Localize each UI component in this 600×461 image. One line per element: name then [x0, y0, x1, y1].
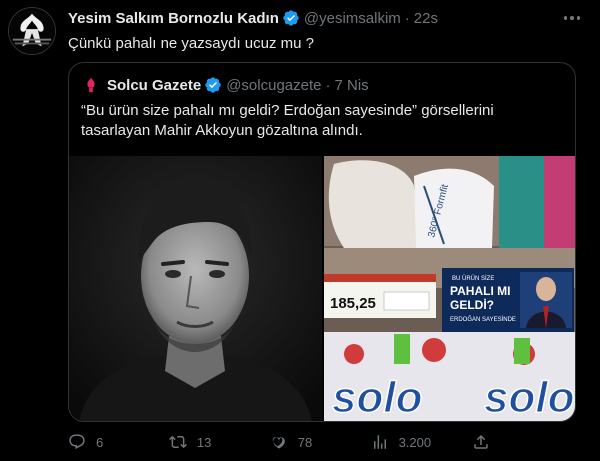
author-handle[interactable]: @yesimsalkim	[304, 10, 401, 27]
tweet-header: Yesim Salkım Bornozlu Kadın @yesimsalkim…	[68, 8, 438, 28]
retweet-button[interactable]: 13	[168, 433, 229, 451]
quote-timestamp[interactable]: 7 Nis	[334, 77, 368, 94]
quote-media[interactable]: 360° Formfit 185,25 BU ÜRÜN SİZE PAHALI …	[69, 156, 575, 422]
sign-main-2: GELDİ?	[450, 297, 494, 312]
price-label: 185,25	[330, 295, 376, 312]
sign-main-1: PAHALI MI	[450, 284, 510, 298]
quote-header: Solcu Gazete @solcugazete · 7 Nis	[81, 75, 369, 95]
tweet-actions: 6 13 78 3.200	[68, 430, 500, 454]
share-button[interactable]	[472, 433, 500, 451]
like-count: 78	[297, 434, 313, 450]
like-icon	[272, 437, 285, 449]
reply-icon	[69, 434, 85, 450]
tweet-timestamp[interactable]: 22s	[414, 10, 438, 27]
verified-icon	[204, 76, 222, 94]
more-icon[interactable]	[562, 10, 582, 26]
avatar[interactable]	[8, 7, 56, 55]
views-icon	[373, 435, 386, 449]
like-button[interactable]: 78	[270, 433, 330, 451]
brand-label: solo	[332, 373, 422, 422]
reply-button[interactable]: 6	[68, 433, 128, 451]
solcu-gazete-logo[interactable]	[81, 75, 101, 95]
quote-author-name[interactable]: Solcu Gazete	[107, 77, 201, 94]
sign-bottom: ERDOĞAN SAYESİNDE	[450, 316, 516, 323]
tweet-text: Çünkü pahalı ne yazsaydı ucuz mu ?	[68, 35, 314, 52]
separator-dot: ·	[325, 76, 331, 94]
share-icon	[474, 434, 488, 449]
retweet-count: 13	[196, 434, 212, 450]
portrait-photo[interactable]	[69, 156, 322, 421]
author-name[interactable]: Yesim Salkım Bornozlu Kadın	[68, 10, 279, 27]
sign-top: BU ÜRÜN SİZE	[452, 275, 494, 282]
reply-count: 6	[96, 434, 104, 450]
quote-text: “Bu ürün size pahalı mı geldi? Erdoğan s…	[81, 102, 494, 139]
quoted-tweet[interactable]: Solcu Gazete @solcugazete · 7 Nis “Bu ür…	[68, 62, 576, 422]
tweet[interactable]: Yesim Salkım Bornozlu Kadın @yesimsalkim…	[0, 0, 600, 461]
shelf-photo[interactable]: 360° Formfit 185,25 BU ÜRÜN SİZE PAHALI …	[324, 156, 575, 422]
verified-icon	[282, 9, 300, 27]
separator-dot: ·	[404, 9, 410, 27]
views-count: 3.200	[398, 434, 432, 450]
quote-author-handle[interactable]: @solcugazete	[226, 77, 321, 94]
views-button[interactable]: 3.200	[371, 433, 432, 451]
brand-label: solo	[484, 373, 574, 422]
retweet-icon	[168, 435, 187, 449]
